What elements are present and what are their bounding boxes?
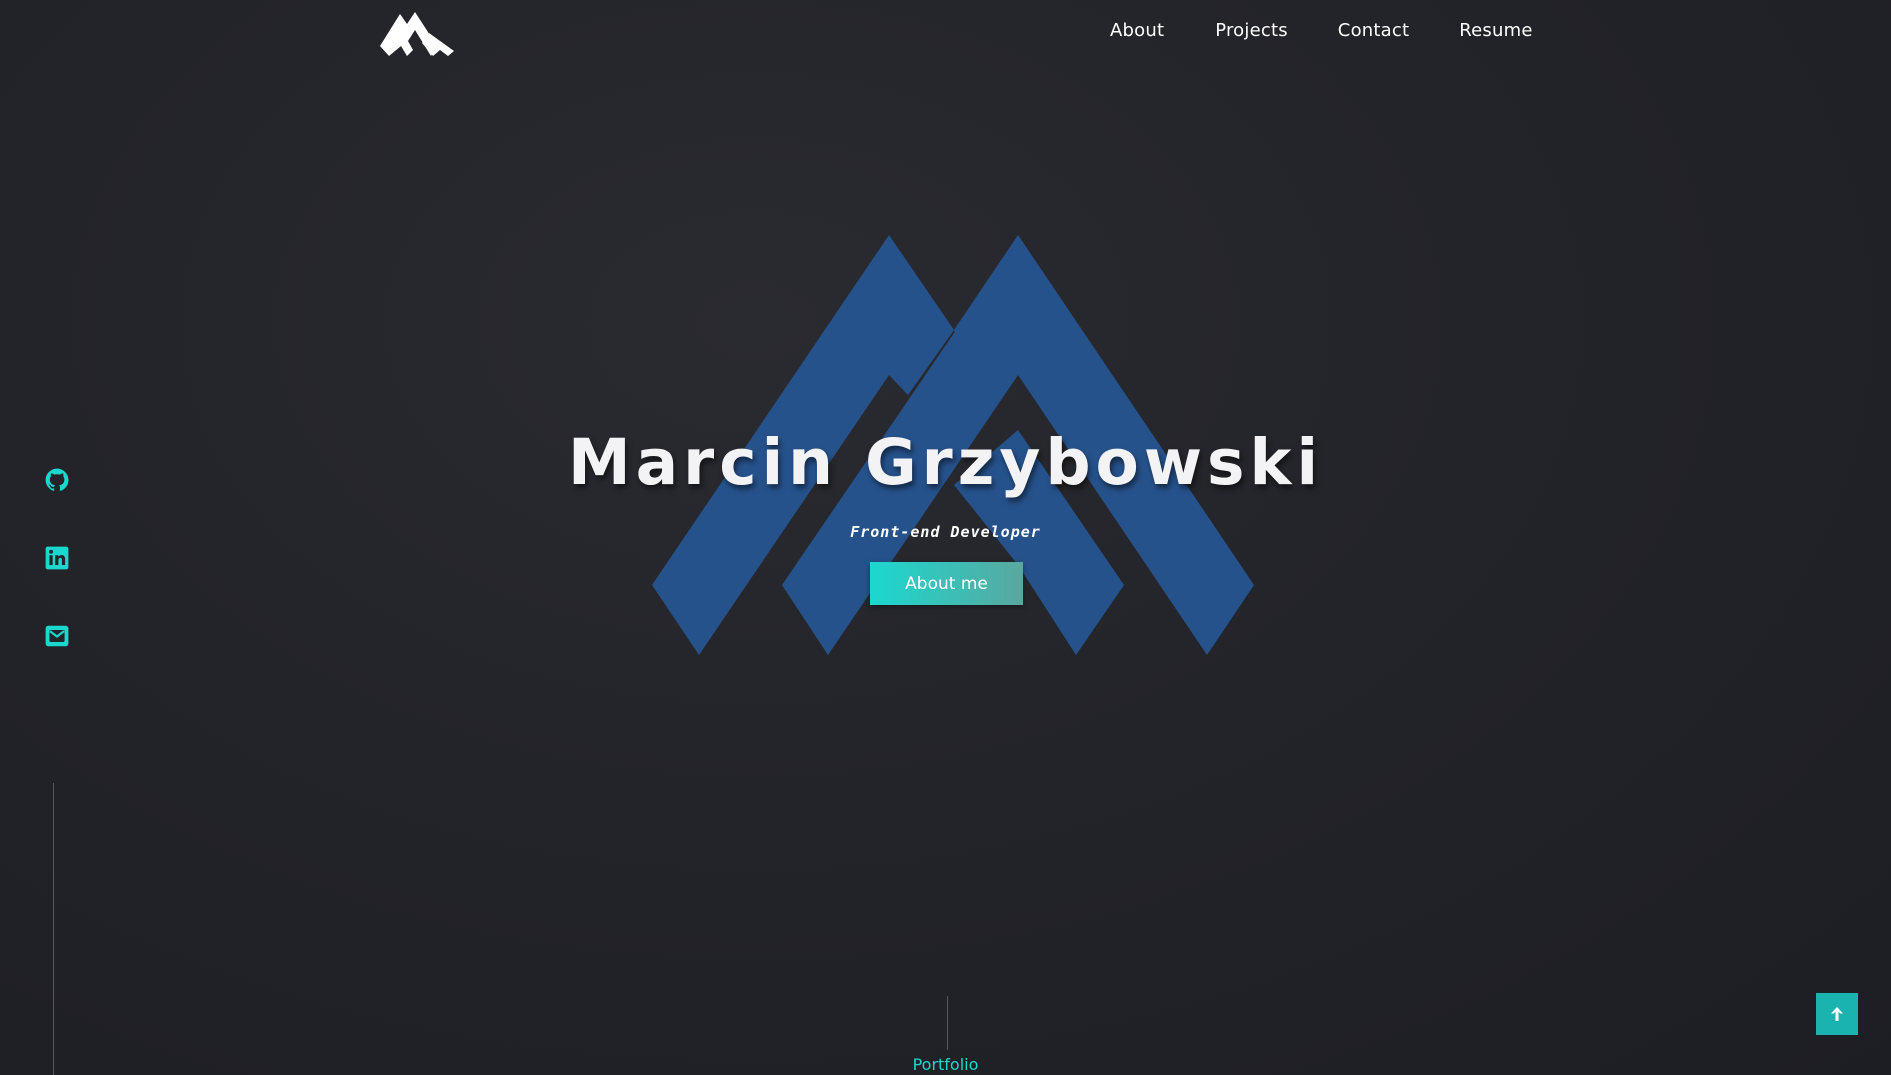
hero-title: Marcin Grzybowski: [567, 426, 1324, 499]
nav-link-projects[interactable]: Projects: [1215, 18, 1288, 44]
arrow-up-icon: [1831, 1007, 1843, 1021]
nav-link-about[interactable]: About: [1110, 18, 1164, 44]
main-nav: About Projects Contact Resume: [1110, 18, 1533, 44]
nav-link-resume[interactable]: Resume: [1459, 18, 1532, 44]
about-me-button[interactable]: About me: [870, 562, 1023, 605]
left-vertical-divider: [53, 783, 54, 1075]
email-icon[interactable]: [44, 623, 70, 649]
github-icon[interactable]: [44, 467, 70, 493]
center-vertical-divider: [947, 996, 948, 1050]
linkedin-icon[interactable]: [44, 545, 70, 571]
nav-link-contact[interactable]: Contact: [1338, 18, 1409, 44]
portfolio-section-link[interactable]: Portfolio: [0, 1055, 1891, 1075]
logo-icon[interactable]: [380, 6, 454, 58]
hero-subtitle: Front-end Developer: [850, 523, 1041, 541]
scroll-to-top-button[interactable]: [1816, 993, 1858, 1035]
